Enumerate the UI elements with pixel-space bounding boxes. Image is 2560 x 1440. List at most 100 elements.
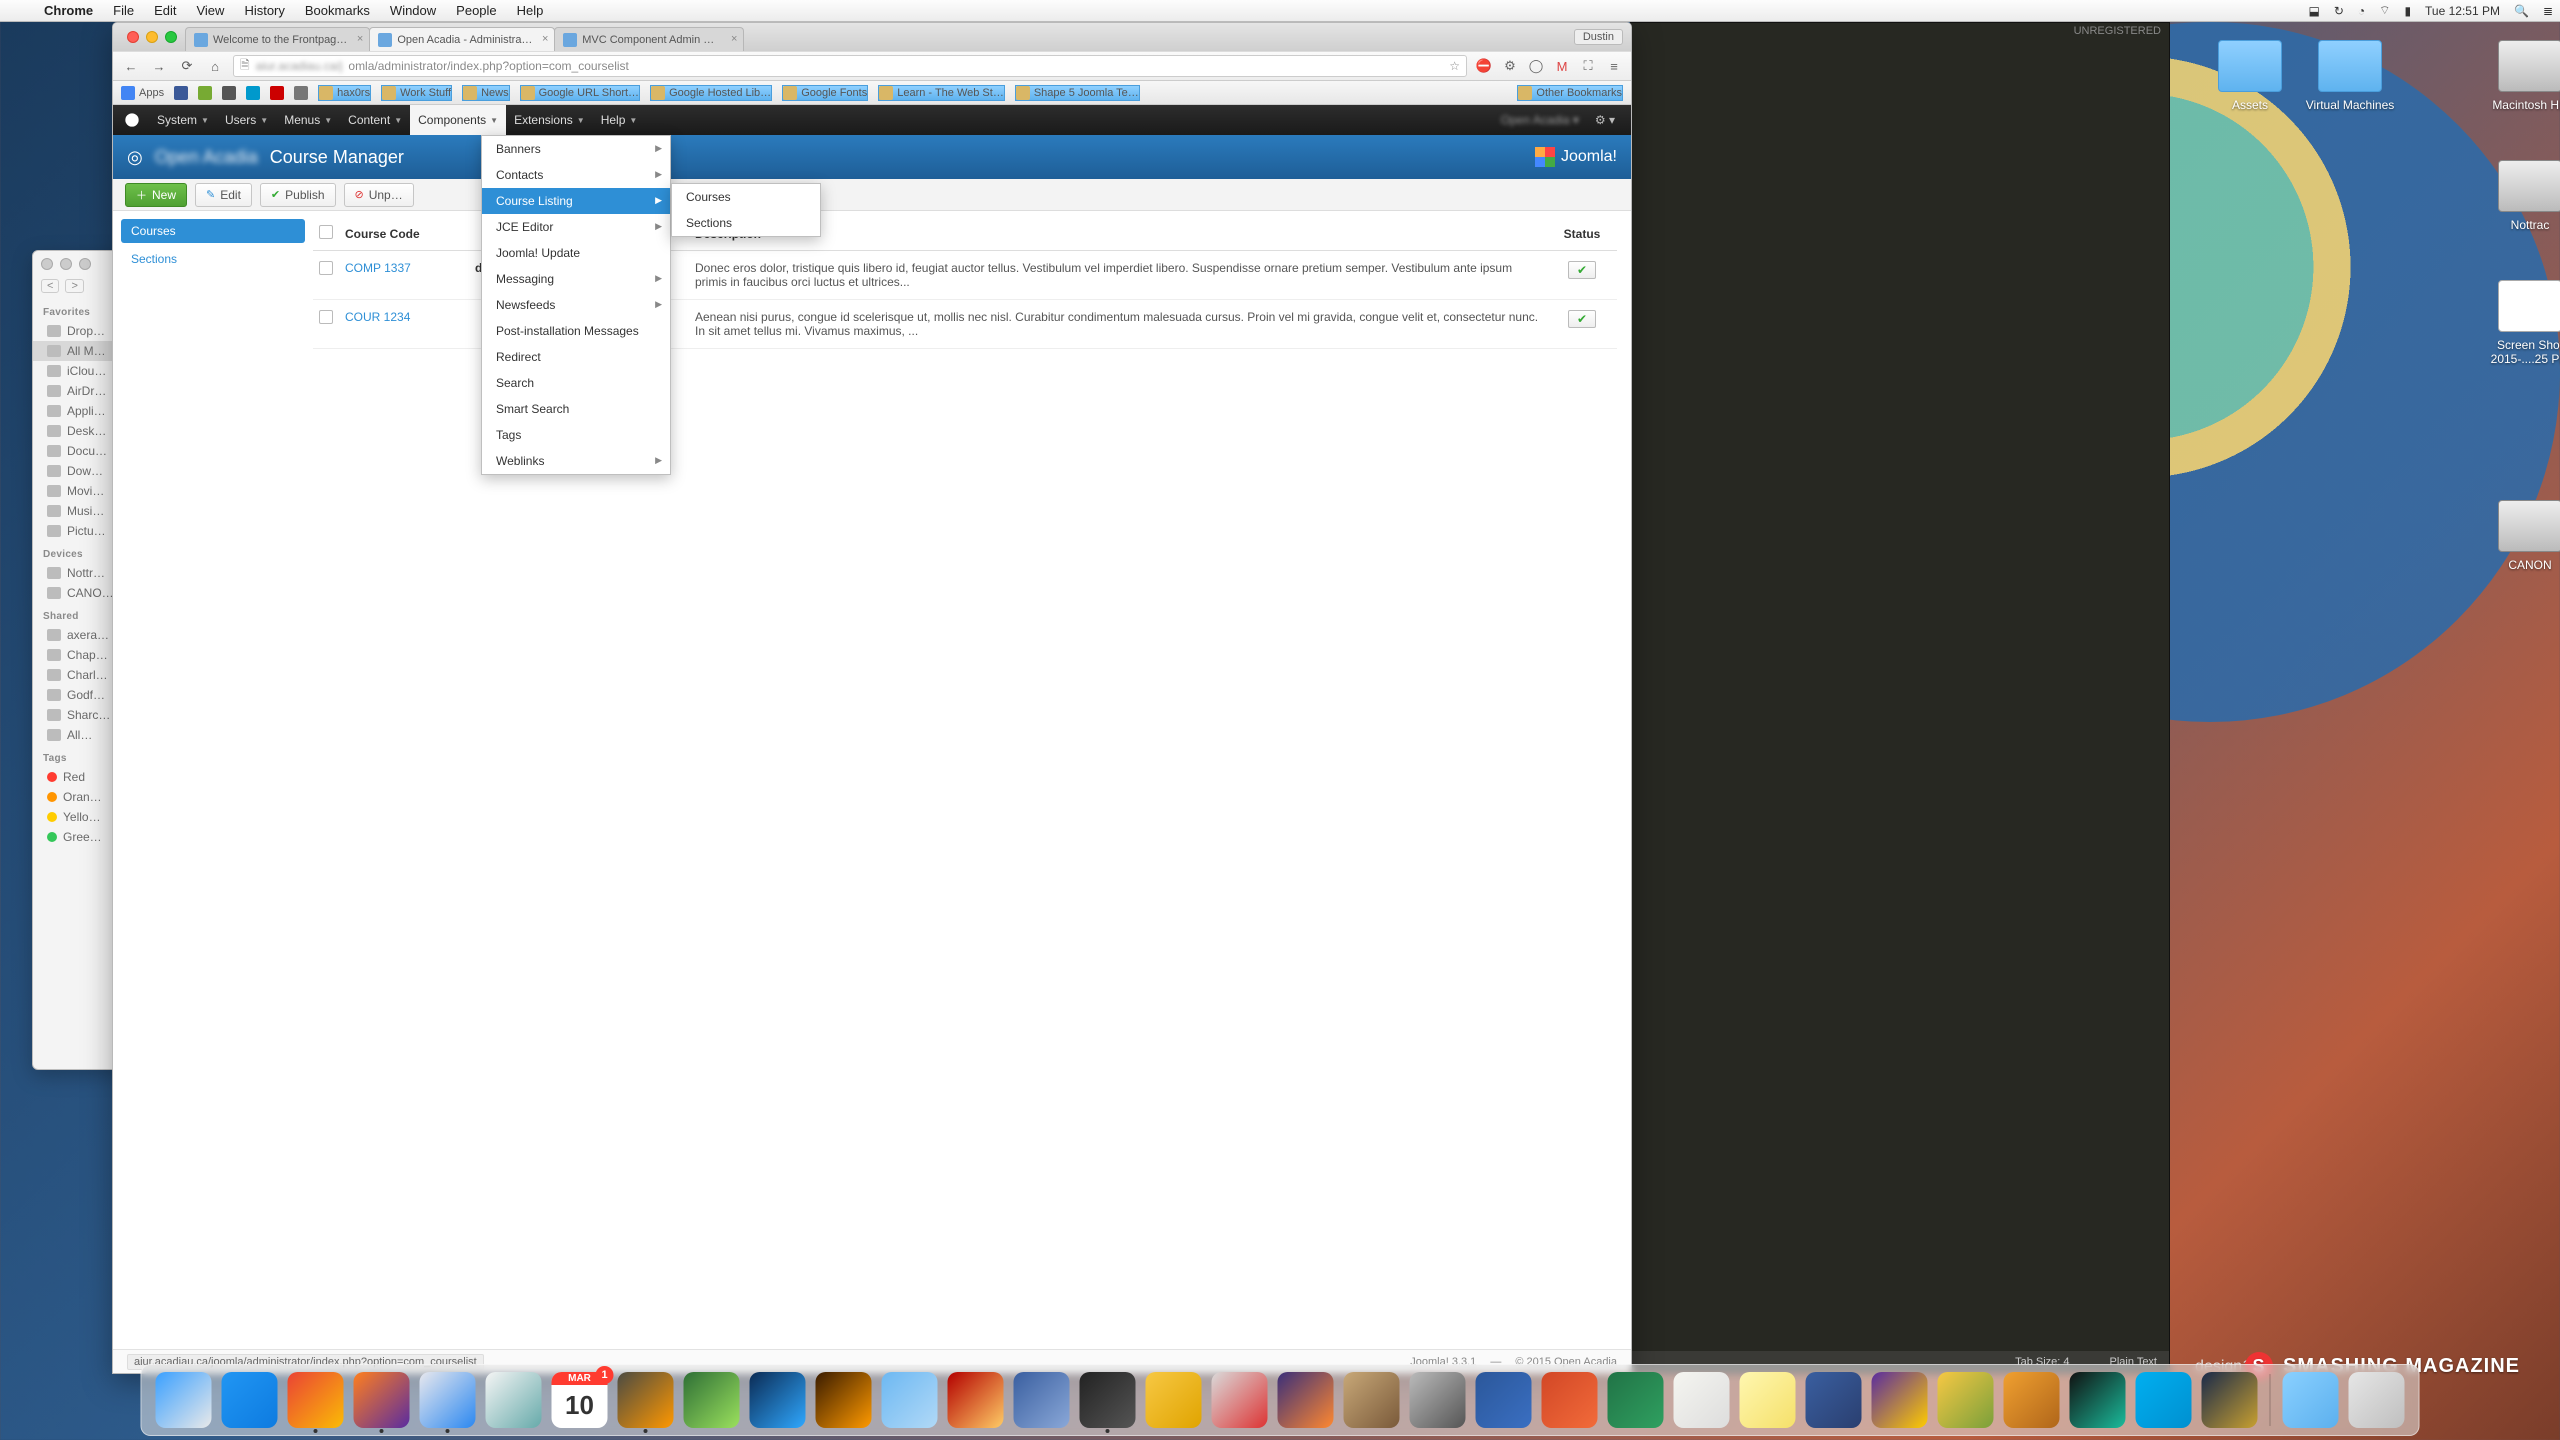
course-code-link[interactable]: COMP 1337 [345, 261, 411, 275]
bookmark-star-icon[interactable]: ☆ [1449, 59, 1460, 73]
joomla-nav-content[interactable]: Content▼ [340, 105, 410, 135]
dock-app-preview[interactable] [486, 1372, 542, 1428]
mac-menu-people[interactable]: People [446, 3, 506, 18]
bm-yt[interactable] [270, 86, 284, 100]
home-button[interactable]: ⌂ [205, 59, 225, 74]
dock-app-word[interactable] [1476, 1372, 1532, 1428]
dropdown-item-weblinks[interactable]: Weblinks▶ [482, 448, 670, 474]
bookmark-item[interactable]: News [462, 85, 510, 101]
dock-app-terminal[interactable] [1080, 1372, 1136, 1428]
dock-app-virtualbox[interactable] [1014, 1372, 1070, 1428]
dropdown-item-jce-editor[interactable]: JCE Editor▶ [482, 214, 670, 240]
dock-trash[interactable] [2349, 1372, 2405, 1428]
dock-app-lol[interactable] [2202, 1372, 2258, 1428]
chrome-zoom[interactable] [165, 31, 177, 43]
dock-app-dreamweaver[interactable] [684, 1372, 740, 1428]
dropdown-item-contacts[interactable]: Contacts▶ [482, 162, 670, 188]
dropdown-item-joomla-update[interactable]: Joomla! Update [482, 240, 670, 266]
row-checkbox[interactable] [319, 310, 333, 324]
mac-menu-history[interactable]: History [234, 3, 294, 18]
adblock-icon[interactable]: ⛔ [1475, 58, 1493, 74]
battery-icon[interactable]: ▮ [2397, 4, 2418, 18]
chrome-minimize[interactable] [146, 31, 158, 43]
tab-close-icon[interactable]: × [731, 33, 737, 45]
dock-app-illustrator[interactable] [816, 1372, 872, 1428]
tab-close-icon[interactable]: × [357, 33, 363, 45]
spotlight-icon[interactable]: 🔍 [2507, 4, 2536, 18]
mac-menu-file[interactable]: File [103, 3, 144, 18]
dropdown-item-post-installation-messages[interactable]: Post-installation Messages [482, 318, 670, 344]
bm-c[interactable] [246, 86, 260, 100]
submenu-item-sections[interactable]: Sections [672, 210, 820, 236]
dock-app-finder[interactable] [156, 1372, 212, 1428]
finder-fwd[interactable]: > [65, 279, 83, 293]
dock-app-mamp[interactable] [1410, 1372, 1466, 1428]
bookmark-item[interactable]: Shape 5 Joomla Te… [1015, 85, 1140, 101]
desktop-nottrac[interactable]: Nottrac [2470, 160, 2560, 232]
dock-app-pineapple[interactable] [1938, 1372, 1994, 1428]
dock-app-activity[interactable] [2070, 1372, 2126, 1428]
joomla-nav-extensions[interactable]: Extensions▼ [506, 105, 593, 135]
dropdown-item-tags[interactable]: Tags [482, 422, 670, 448]
sublime-window[interactable]: UNREGISTERED Tab Size: 4 Plain Text [1630, 22, 2170, 1374]
course-code-link[interactable]: COUR 1234 [345, 310, 410, 324]
wifi-icon[interactable]: ⌔ [2372, 3, 2397, 18]
edit-button[interactable]: ✎Edit [195, 183, 252, 207]
finder-zoom[interactable] [79, 258, 91, 270]
gmail-icon[interactable]: M [1553, 59, 1571, 74]
dock-app-chrome[interactable] [288, 1372, 344, 1428]
dock-app-transmission[interactable] [1212, 1372, 1268, 1428]
forward-button[interactable]: → [149, 59, 169, 74]
notification-center-icon[interactable]: ≣ [2536, 4, 2560, 18]
chrome-menu-icon[interactable]: ≡ [1605, 59, 1623, 74]
joomla-nav-components[interactable]: Components▼ [410, 105, 506, 135]
bm-other[interactable]: Other Bookmarks [1517, 85, 1623, 101]
dropdown-item-search[interactable]: Search [482, 370, 670, 396]
dock-app-excel[interactable] [1608, 1372, 1664, 1428]
components-dropdown[interactable]: Banners▶Contacts▶Course Listing▶JCE Edit… [481, 135, 671, 475]
joomla-nav-users[interactable]: Users▼ [217, 105, 276, 135]
th-code[interactable]: Course Code [339, 217, 469, 251]
dock-app-safari[interactable] [420, 1372, 476, 1428]
reload-button[interactable]: ⟳ [177, 58, 197, 74]
dock-app-notes[interactable] [1740, 1372, 1796, 1428]
status-toggle[interactable]: ✔ [1568, 261, 1596, 279]
bm-b[interactable] [222, 86, 236, 100]
desktop-canon[interactable]: CANON [2470, 500, 2560, 572]
finder-back[interactable]: < [41, 279, 59, 293]
sync-icon[interactable]: ↻ [2327, 4, 2351, 18]
dropdown-item-banners[interactable]: Banners▶ [482, 136, 670, 162]
app-menu[interactable]: Chrome [34, 3, 103, 18]
dock-app-sequelpro[interactable] [1146, 1372, 1202, 1428]
clock[interactable]: Tue 12:51 PM [2418, 4, 2507, 18]
joomla-nav-help[interactable]: Help▼ [593, 105, 646, 135]
finder-minimize[interactable] [60, 258, 72, 270]
dropdown-item-messaging[interactable]: Messaging▶ [482, 266, 670, 292]
timemachine-icon[interactable]: ◔ [2351, 4, 2372, 18]
chrome-user-button[interactable]: Dustin [1574, 29, 1623, 45]
browser-tab[interactable]: MVC Component Admin M…× [554, 27, 744, 51]
chrome-window[interactable]: Welcome to the Frontpag…×Open Acadia - A… [112, 22, 1632, 1374]
joomla-user-menu[interactable]: Open Acadia ▾ [1493, 113, 1587, 127]
extension-gear-icon[interactable]: ⚙ [1501, 58, 1519, 74]
bm-a[interactable] [198, 86, 212, 100]
browser-tab[interactable]: Welcome to the Frontpag…× [185, 27, 370, 51]
dropdown-item-smart-search[interactable]: Smart Search [482, 396, 670, 422]
dropdown-item-newsfeeds[interactable]: Newsfeeds▶ [482, 292, 670, 318]
row-checkbox[interactable] [319, 261, 333, 275]
dock-app-calendar[interactable]: MAR101 [552, 1372, 608, 1428]
mac-menu-bookmarks[interactable]: Bookmarks [295, 3, 380, 18]
desktop-macintosh-hd[interactable]: Macintosh HD [2470, 40, 2560, 112]
dock-app-filezilla[interactable] [948, 1372, 1004, 1428]
dropdown-item-course-listing[interactable]: Course Listing▶ [482, 188, 670, 214]
dock-app-gimp[interactable] [1344, 1372, 1400, 1428]
dock-downloads[interactable] [2283, 1372, 2339, 1428]
bookmark-item[interactable]: Google URL Short… [520, 85, 640, 101]
sidebar-item-courses[interactable]: Courses [121, 219, 305, 243]
chrome-close[interactable] [127, 31, 139, 43]
dock-app-imovie-lib[interactable] [1806, 1372, 1862, 1428]
desktop-virtual-machines[interactable]: Virtual Machines [2290, 40, 2410, 112]
course-listing-submenu[interactable]: CoursesSections [671, 183, 821, 237]
publish-button[interactable]: ✔Publish [260, 183, 336, 207]
back-button[interactable]: ← [121, 59, 141, 74]
